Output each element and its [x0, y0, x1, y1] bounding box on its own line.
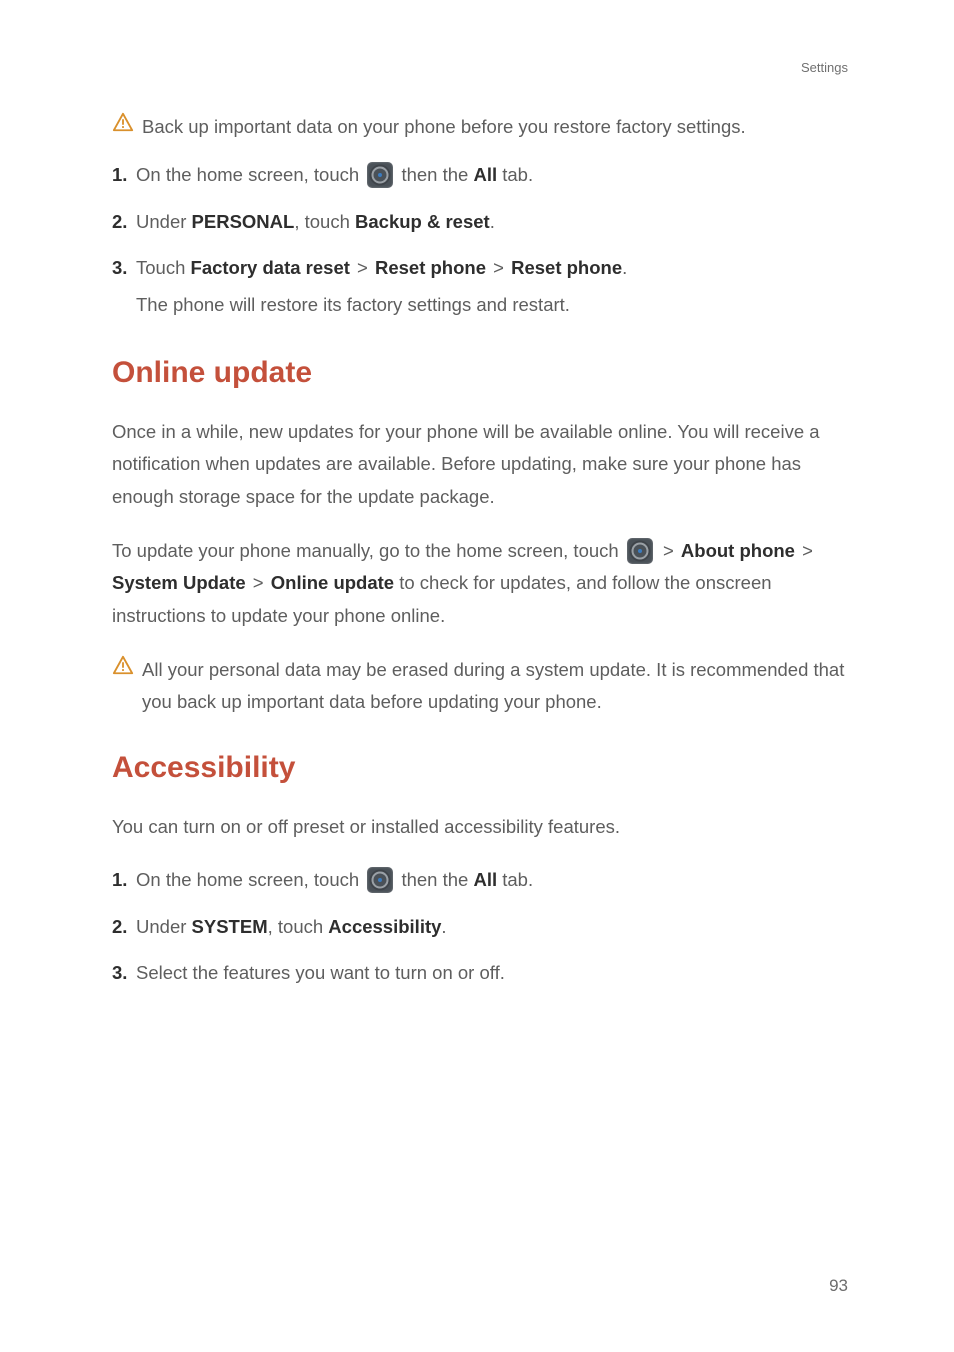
step-bold: SYSTEM	[192, 916, 268, 937]
step-text: , touch	[268, 916, 329, 937]
breadcrumb-sep: >	[488, 257, 509, 278]
step-number: 1.	[112, 865, 127, 895]
step-text: tab.	[497, 869, 533, 890]
step-text: tab.	[497, 164, 533, 185]
restore-step-3: 3. Touch Factory data reset > Reset phon…	[112, 253, 848, 320]
step-text: Under	[136, 916, 192, 937]
step-text: On the home screen, touch	[136, 164, 364, 185]
step-subtext: The phone will restore its factory setti…	[136, 290, 848, 320]
warning-backup-restore: Back up important data on your phone bef…	[112, 111, 848, 142]
warning-icon	[112, 111, 134, 133]
step-number: 3.	[112, 958, 127, 988]
accessibility-step-1: 1. On the home screen, touch then the Al…	[112, 865, 848, 896]
step-text: then the	[401, 164, 473, 185]
settings-icon	[367, 867, 393, 893]
restore-step-1: 1. On the home screen, touch then the Al…	[112, 160, 848, 191]
warning-text: All your personal data may be erased dur…	[142, 654, 848, 717]
accessibility-intro: You can turn on or off preset or install…	[112, 811, 848, 843]
step-text: .	[441, 916, 446, 937]
breadcrumb-sep: >	[248, 572, 269, 593]
restore-steps: 1. On the home screen, touch then the Al…	[112, 160, 848, 319]
step-number: 2.	[112, 912, 127, 942]
step-text: Touch	[136, 257, 191, 278]
step-text: On the home screen, touch	[136, 869, 364, 890]
warning-erase-update: All your personal data may be erased dur…	[112, 654, 848, 717]
accessibility-step-3: 3. Select the features you want to turn …	[112, 958, 848, 988]
step-number: 2.	[112, 207, 127, 237]
page-content: Settings Back up important data on your …	[0, 0, 954, 987]
step-text: .	[622, 257, 627, 278]
warning-icon	[112, 654, 134, 676]
breadcrumb-sep: >	[352, 257, 373, 278]
step-number: 1.	[112, 160, 127, 190]
settings-icon	[627, 538, 653, 564]
accessibility-step-2: 2. Under SYSTEM, touch Accessibility.	[112, 912, 848, 942]
step-text: Select the features you want to turn on …	[136, 962, 505, 983]
step-bold: Factory data reset	[191, 257, 350, 278]
step-text: then the	[401, 869, 473, 890]
settings-icon	[367, 162, 393, 188]
restore-step-2: 2. Under PERSONAL, touch Backup & reset.	[112, 207, 848, 237]
step-bold: PERSONAL	[192, 211, 295, 232]
section-heading-accessibility: Accessibility	[112, 751, 848, 785]
online-update-paragraph-2: To update your phone manually, go to the…	[112, 535, 848, 632]
p2-bold: Online update	[271, 572, 394, 593]
p2-bold: System Update	[112, 572, 246, 593]
step-bold: Reset phone	[375, 257, 486, 278]
online-update-paragraph-1: Once in a while, new updates for your ph…	[112, 416, 848, 513]
step-text: Under	[136, 211, 192, 232]
breadcrumb-sep: >	[797, 540, 813, 561]
p2-text: To update your phone manually, go to the…	[112, 540, 624, 561]
page-number: 93	[829, 1276, 848, 1296]
step-bold: All	[473, 869, 497, 890]
p2-bold: About phone	[681, 540, 795, 561]
step-text: , touch	[294, 211, 355, 232]
step-bold: Accessibility	[328, 916, 441, 937]
step-bold: Reset phone	[511, 257, 622, 278]
step-number: 3.	[112, 253, 127, 283]
accessibility-steps: 1. On the home screen, touch then the Al…	[112, 865, 848, 987]
breadcrumb-sep: >	[663, 540, 679, 561]
warning-text: Back up important data on your phone bef…	[142, 111, 848, 142]
step-bold: All	[473, 164, 497, 185]
section-heading-online-update: Online update	[112, 356, 848, 390]
step-text: .	[490, 211, 495, 232]
header-section-label: Settings	[112, 60, 848, 75]
step-bold: Backup & reset	[355, 211, 490, 232]
